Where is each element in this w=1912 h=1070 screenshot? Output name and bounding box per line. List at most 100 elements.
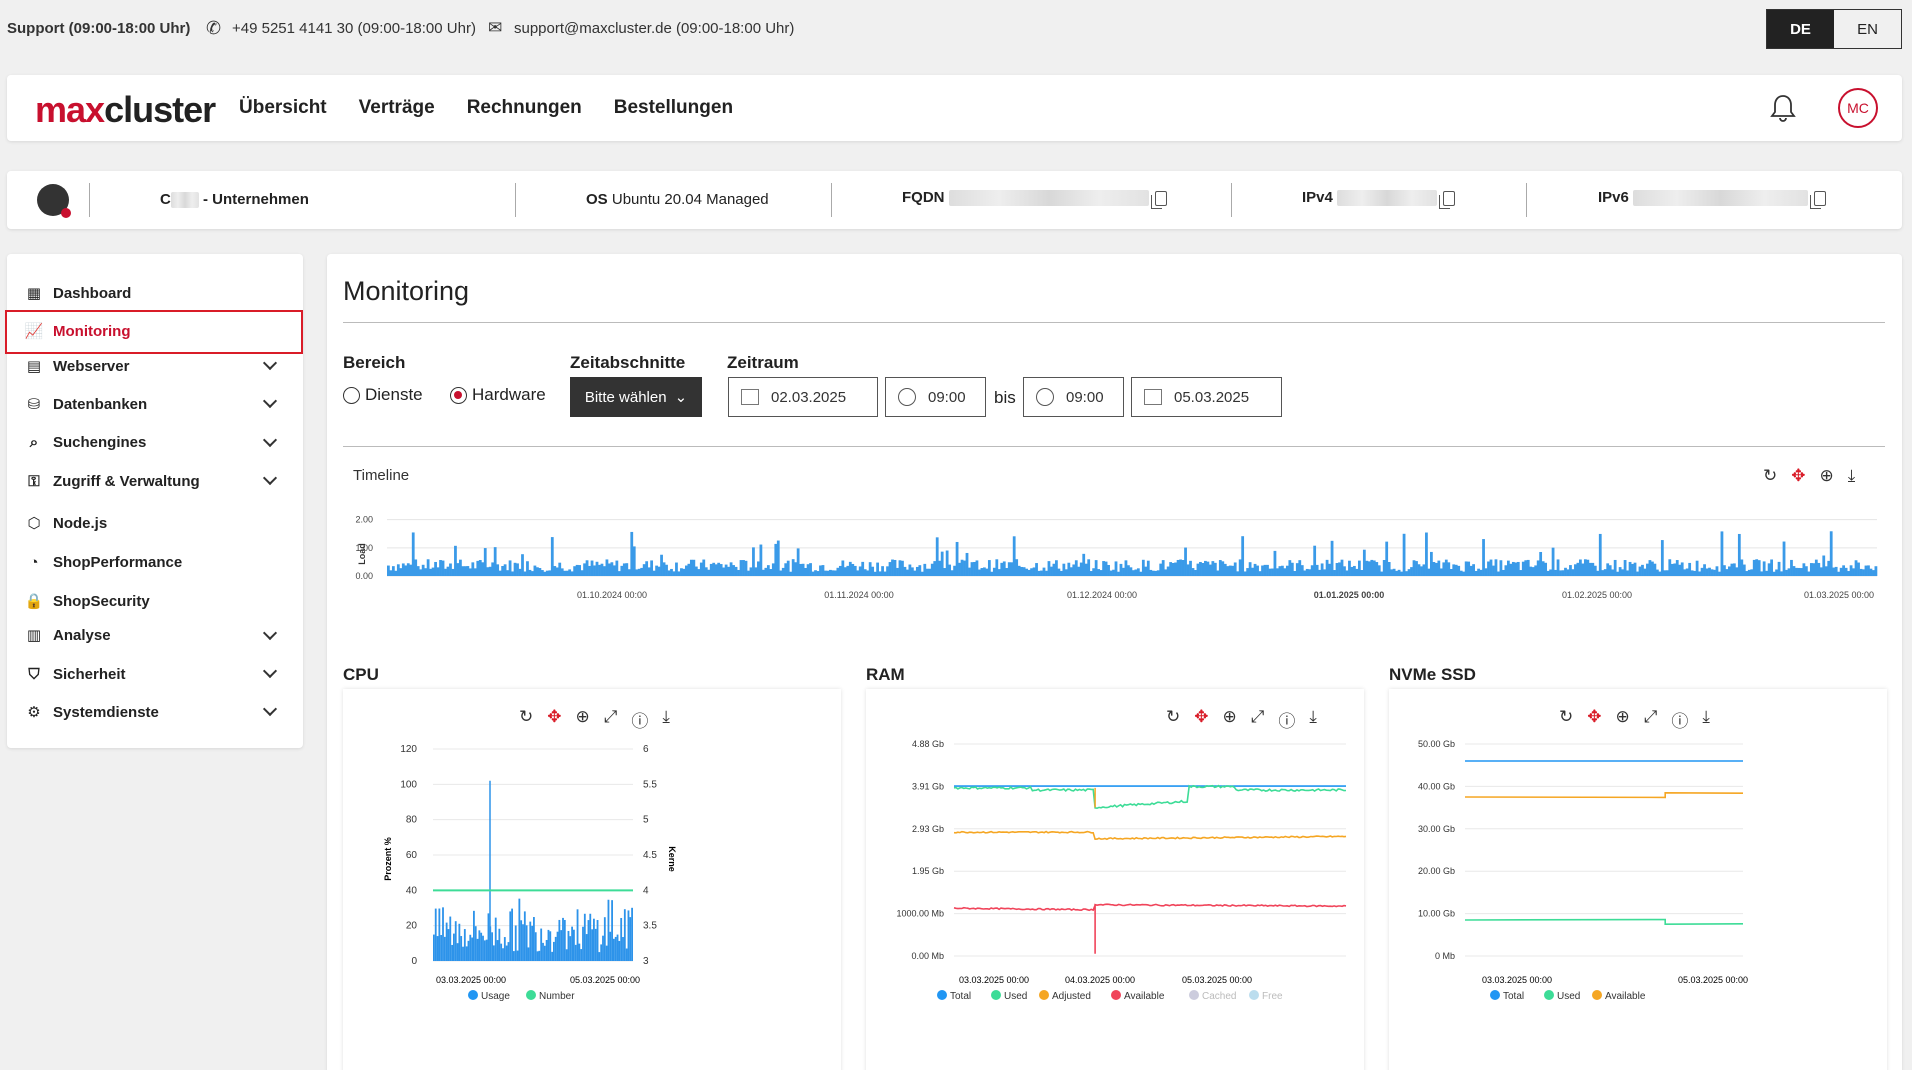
support-email[interactable]: support@maxcluster.de (09:00-18:00 Uhr) (514, 20, 794, 37)
radio-hardware[interactable]: Hardware (450, 385, 546, 405)
sidebar-item-datenbanken[interactable]: ⛁ Datenbanken (23, 391, 148, 417)
phone-icon: ✆ (206, 18, 222, 38)
timeline-bar (1740, 559, 1744, 576)
timeline-bar (1685, 568, 1689, 576)
timeline-bar (454, 545, 457, 576)
timeline-bar (791, 559, 795, 576)
nav-bestellungen[interactable]: Bestellungen (614, 97, 733, 119)
time-to-input[interactable]: 09:00 (1023, 377, 1124, 417)
sidebar-item-shopsecurity[interactable]: 🔒 ShopSecurity (23, 588, 150, 614)
time-from-input[interactable]: 09:00 (885, 377, 986, 417)
search-icon: ⌕ (29, 433, 39, 451)
nav-rechnungen[interactable]: Rechnungen (467, 97, 582, 119)
timeline-bar (1760, 571, 1764, 576)
timeline-bar (1559, 570, 1562, 576)
user-avatar[interactable]: MC (1838, 88, 1878, 128)
date-from-input[interactable]: 02.03.2025 (728, 377, 878, 417)
download-icon[interactable]: ⤓ (1848, 466, 1856, 486)
timeline-bar (461, 566, 465, 576)
cpu-usage-bar (613, 938, 615, 961)
timeline-bar (1613, 559, 1617, 576)
timeline-bar (1561, 570, 1565, 576)
ssd-chart[interactable]: 50.00 Gb 40.00 Gb 30.00 Gb 20.00 Gb 10.00 Gb… (1389, 729, 1887, 1029)
cpu-usage-bar (543, 945, 546, 961)
timeline-bar (1541, 561, 1545, 576)
copy-icon[interactable] (1810, 190, 1827, 209)
timeline-bar (1037, 570, 1041, 576)
timeline-bar (846, 565, 850, 576)
timeline-bar (578, 565, 581, 576)
sidebar-item-sicherheit[interactable]: ⛉ Sicherheit (23, 661, 125, 687)
timeline-bar (1452, 564, 1456, 576)
timeline-bar (1256, 565, 1259, 576)
ram-chart[interactable]: 4.88 Gb 3.91 Gb 2.93 Gb 1.95 Gb 1000.00 Mb 0.… (866, 729, 1364, 1029)
timeline-bar (1025, 568, 1028, 576)
y-tick-label: 2.00 (355, 515, 373, 525)
timeline-bar (1536, 560, 1540, 576)
sidebar-item-monitoring[interactable]: 📈 Monitoring (23, 318, 131, 344)
sidebar-item-suchengines[interactable]: ⌕ Suchengines (23, 429, 147, 455)
sidebar-item-shopperformance[interactable]: ◔ ShopPerformance (23, 549, 182, 575)
chevron-down-icon[interactable] (262, 355, 278, 371)
timeline-bar (1417, 564, 1421, 576)
lang-de-button[interactable]: DE (1767, 10, 1834, 48)
timeline-bar (1122, 567, 1125, 576)
timeline-bar (816, 571, 820, 576)
cpu-chart[interactable]: 120 100 80 60 40 20 0 6 5.5 5 4.5 4 3.5 3 Prozent % Ker… (343, 729, 841, 1029)
timeline-bar (774, 543, 778, 576)
timeline-bar (1318, 569, 1322, 576)
chevron-down-icon[interactable] (262, 432, 278, 448)
timeline-bar (1107, 564, 1110, 576)
pan-icon[interactable]: ✥ (1791, 466, 1805, 486)
timeline-bar (657, 566, 661, 576)
copy-icon[interactable] (1439, 190, 1456, 209)
legend-label: Available (1605, 991, 1646, 1002)
copy-icon[interactable] (1150, 190, 1167, 209)
zoom-icon[interactable]: ⊕ (1820, 466, 1834, 486)
reset-icon[interactable]: ↻ (1763, 466, 1777, 486)
chevron-down-icon[interactable] (262, 393, 278, 409)
timeline-bar (878, 571, 882, 576)
cpu-usage-bar (473, 910, 475, 961)
bell-icon[interactable] (1767, 92, 1799, 124)
y-tick-label: 20.00 Gb (1418, 866, 1455, 876)
cpu-usage-bar (580, 949, 583, 961)
sidebar-item-webserver[interactable]: ▤ Webserver (23, 353, 130, 379)
timeline-bar (1732, 563, 1736, 576)
timeline-bar (863, 569, 867, 576)
cpu-usage-bar (480, 932, 483, 961)
sidebar-item-systemdienste[interactable]: ⚙ Systemdienste (23, 699, 159, 725)
maxcluster-logo[interactable]: maxcluster (35, 89, 216, 131)
y2-tick-label: 3.5 (643, 921, 657, 932)
chevron-down-icon[interactable] (262, 625, 278, 641)
nav-vertraege[interactable]: Verträge (359, 97, 435, 119)
sidebar-item-analyse[interactable]: ▥ Analyse (23, 622, 111, 648)
date-to-input[interactable]: 05.03.2025 (1131, 377, 1282, 417)
timeline-bar (1353, 565, 1356, 576)
zeitabschnitte-dropdown[interactable]: Bitte wählen ⌄ (570, 377, 702, 417)
timeline-bar (1375, 562, 1379, 576)
chevron-down-icon[interactable] (262, 470, 278, 486)
timeline-bar (1586, 559, 1590, 576)
chevron-down-icon[interactable] (262, 701, 278, 717)
timeline-bar (978, 569, 981, 576)
radio-dienste[interactable]: Dienste (343, 385, 423, 405)
timeline-bar (1646, 563, 1649, 576)
timeline-chart[interactable]: 2.001.000.00Load01.10.2024 00:00 01.11.20… (327, 514, 1902, 604)
support-phone[interactable]: +49 5251 4141 30 (09:00-18:00 Uhr) (232, 20, 476, 37)
nav-uebersicht[interactable]: Übersicht (239, 97, 327, 119)
sidebar-item-zugriff[interactable]: ⚿ Zugriff & Verwaltung (23, 468, 199, 494)
cpu-usage-bar (458, 923, 461, 961)
timeline-bar (1554, 569, 1557, 576)
timeline-bar (416, 566, 420, 576)
timeline-bar (963, 560, 966, 576)
lang-en-button[interactable]: EN (1834, 10, 1901, 48)
cpu-usage-bar (434, 908, 437, 961)
divider (1526, 183, 1527, 217)
sidebar-item-nodejs[interactable]: ⬡ Node.js (23, 510, 107, 536)
chevron-down-icon[interactable] (262, 663, 278, 679)
timeline-bar (605, 559, 609, 576)
sidebar-item-dashboard[interactable]: ▦ Dashboard (23, 280, 131, 306)
timeline-bar (1844, 567, 1848, 576)
cpu-usage-bar (594, 928, 597, 961)
